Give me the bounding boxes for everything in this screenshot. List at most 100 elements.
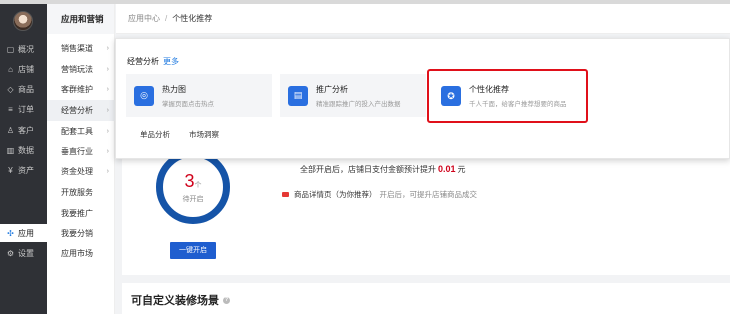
- sidebar-item-store[interactable]: ⌂ 店铺: [0, 60, 47, 78]
- chevron-right-icon: ›: [106, 45, 109, 52]
- tile-personalized-recommendation[interactable]: ✪ 个性化推荐 千人千面，给客户推荐想要的商品: [427, 69, 588, 123]
- data-icon: ▥: [6, 145, 15, 155]
- submenu-title: 应用和营销: [47, 4, 114, 34]
- customer-icon: ♙: [6, 125, 15, 135]
- pending-count-unit: 个: [194, 182, 202, 189]
- sidebar-item-label: 资产: [18, 165, 34, 175]
- chevron-right-icon: ›: [106, 148, 109, 155]
- pending-count-value: 3: [184, 171, 195, 191]
- summary-value: 0.01: [438, 164, 456, 174]
- submenu-item-label: 营销玩法: [61, 65, 93, 74]
- dropdown-header: 经营分析 更多: [127, 56, 179, 67]
- tile-promotion-analysis[interactable]: ▤ 推广分析 精准跟踪推广的投入产出数据: [280, 74, 426, 117]
- promotion-chart-icon: ▤: [288, 85, 308, 106]
- settings-icon: ⚙: [6, 248, 15, 258]
- sidebar-item-label: 商品: [18, 84, 34, 94]
- more-link[interactable]: 更多: [163, 57, 179, 66]
- submenu-item-open-service[interactable]: 开放服务: [47, 182, 115, 203]
- chevron-right-icon: ›: [106, 107, 109, 114]
- sidebar-item-label: 应用: [18, 228, 34, 238]
- store-icon: ⌂: [8, 64, 13, 74]
- breadcrumb-root[interactable]: 应用中心: [128, 13, 160, 24]
- sidebar-item-label: 店铺: [18, 64, 34, 74]
- sidebar-item-customer[interactable]: ♙ 客户: [0, 121, 47, 139]
- sidebar-item-label: 客户: [18, 125, 34, 135]
- submenu-item-customer-care[interactable]: 客群维护 ›: [47, 79, 115, 100]
- apps-icon: ✣: [7, 228, 14, 238]
- chevron-right-icon: ›: [106, 128, 109, 135]
- chevron-right-icon: ›: [106, 86, 109, 93]
- submenu-item-app-market[interactable]: 应用市场: [47, 243, 115, 264]
- tile-text: 个性化推荐 千人千面，给客户推荐想要的商品: [469, 84, 567, 108]
- scene-desc: 开启后，可提升店铺商品成交: [379, 190, 478, 199]
- sidebar-item-product[interactable]: ◇ 商品: [0, 80, 47, 98]
- sidebar-item-label: 概况: [18, 44, 34, 54]
- link-market-insight[interactable]: 市场洞察: [189, 129, 219, 140]
- scene-name[interactable]: 商品详情页（为你推荐）: [294, 189, 377, 200]
- overview-icon: ▢: [6, 44, 15, 54]
- enable-all-button[interactable]: 一键开启: [170, 242, 216, 259]
- tile-text: 推广分析 精准跟踪推广的投入产出数据: [316, 84, 401, 108]
- submenu-item-label: 销售渠道: [61, 44, 93, 53]
- submenu-item-promote[interactable]: 我要推广: [47, 203, 115, 224]
- submenu-item-label: 我要推广: [61, 209, 93, 218]
- breadcrumb-current: 个性化推荐: [172, 14, 213, 23]
- sidebar-item-label: 数据: [18, 145, 34, 155]
- submenu-item-label: 开放服务: [61, 188, 93, 197]
- submenu-item-marketing[interactable]: 营销玩法 ›: [47, 59, 115, 80]
- submenu-item-label: 资金处理: [61, 167, 93, 176]
- submenu-item-tools[interactable]: 配套工具 ›: [47, 121, 115, 142]
- sidebar-item-apps[interactable]: ✣ 应用: [0, 224, 47, 242]
- badge-icon: ✪: [441, 86, 461, 106]
- summary-unit: 元: [457, 165, 466, 174]
- pending-label: 待开启: [182, 196, 204, 203]
- sidebar-item-overview[interactable]: ▢ 概况: [0, 40, 47, 58]
- avatar[interactable]: [13, 11, 33, 31]
- tile-text: 热力图 掌握页面点击热点: [162, 84, 214, 108]
- tile-title: 个性化推荐: [469, 85, 509, 94]
- chevron-right-icon: ›: [106, 66, 109, 73]
- section-title-text: 可自定义装修场景: [131, 295, 219, 307]
- summary-prefix: 全部开启后，店铺日支付金额预计提升: [300, 165, 436, 174]
- chevron-right-icon: ›: [106, 168, 109, 175]
- dropdown-title: 经营分析: [127, 57, 159, 66]
- order-icon: ≡: [8, 104, 13, 114]
- tile-title: 推广分析: [316, 84, 348, 94]
- submenu-item-funds[interactable]: 资金处理 ›: [47, 161, 115, 182]
- section-title: 可自定义装修场景 ?: [131, 292, 230, 308]
- submenu-item-label: 经营分析: [61, 106, 93, 115]
- flag-icon: [282, 192, 289, 197]
- sidebar-item-settings[interactable]: ⚙ 设置: [0, 244, 47, 262]
- submenu-item-vertical-industry[interactable]: 垂直行业 ›: [47, 141, 115, 162]
- submenu-item-sales-channel[interactable]: 销售渠道 ›: [47, 38, 115, 59]
- heatmap-icon: ◎: [134, 85, 154, 106]
- submenu-item-label: 客群维护: [61, 85, 93, 94]
- link-single-product-analysis[interactable]: 单品分析: [140, 129, 170, 140]
- sidebar-item-order[interactable]: ≡ 订单: [0, 100, 47, 118]
- pending-count-ring: 3个 待开启: [156, 150, 230, 224]
- pending-count: 3个: [163, 171, 223, 192]
- tile-desc: 千人千面，给客户推荐想要的商品: [469, 101, 567, 108]
- sidebar-item-label: 设置: [18, 248, 34, 258]
- submenu-item-distribution[interactable]: 我要分销: [47, 223, 115, 244]
- summary-text: 全部开启后，店铺日支付金额预计提升 0.01 元: [300, 164, 466, 175]
- scene-row: 商品详情页（为你推荐） 开启后，可提升店铺商品成交: [282, 189, 477, 200]
- sidebar-item-label: 订单: [18, 104, 34, 114]
- primary-sidebar: ▢ 概况 ⌂ 店铺 ◇ 商品 ≡ 订单 ♙ 客户 ▥ 数据 ¥ 资产 ✣ 应用 …: [0, 4, 47, 314]
- product-icon: ◇: [7, 84, 14, 94]
- sidebar-item-asset[interactable]: ¥ 资产: [0, 161, 47, 179]
- submenu-item-label: 应用市场: [61, 249, 93, 258]
- tile-desc: 掌握页面点击热点: [162, 100, 214, 108]
- asset-icon: ¥: [8, 165, 13, 175]
- submenu-item-label: 配套工具: [61, 127, 93, 136]
- submenu-item-business-analysis[interactable]: 经营分析 ›: [47, 100, 115, 121]
- submenu-item-label: 垂直行业: [61, 147, 93, 156]
- tile-title: 热力图: [162, 84, 186, 94]
- help-icon[interactable]: ?: [223, 296, 230, 304]
- tile-desc: 精准跟踪推广的投入产出数据: [316, 100, 401, 108]
- submenu-item-label: 我要分销: [61, 229, 93, 238]
- tile-heatmap[interactable]: ◎ 热力图 掌握页面点击热点: [126, 74, 272, 117]
- breadcrumb-separator: /: [165, 14, 168, 23]
- breadcrumb: 应用中心 / 个性化推荐: [116, 4, 730, 34]
- sidebar-item-data[interactable]: ▥ 数据: [0, 141, 47, 159]
